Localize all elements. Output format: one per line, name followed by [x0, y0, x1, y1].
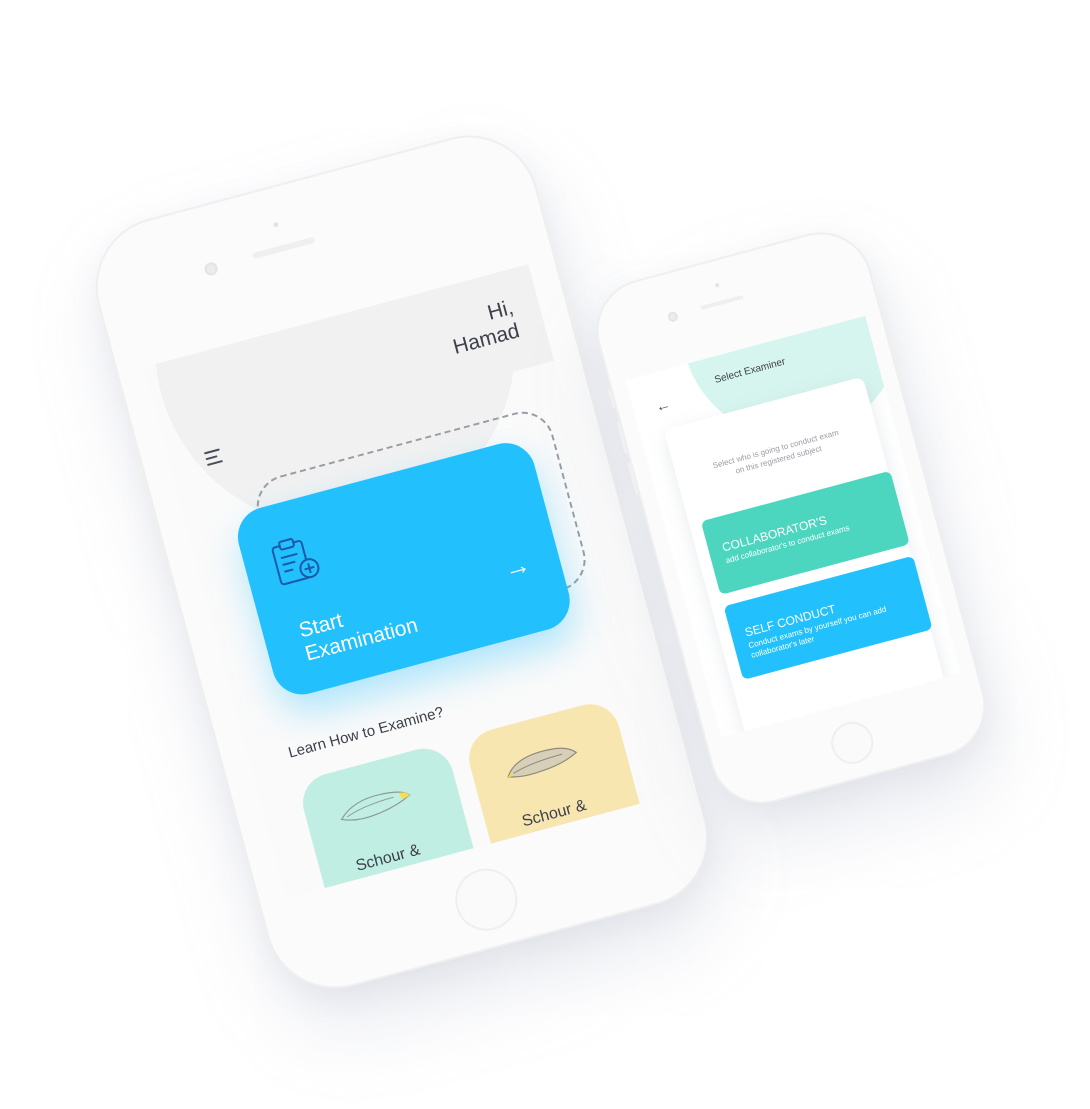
phone-volume-down	[627, 461, 639, 496]
earpiece-speaker	[700, 294, 744, 311]
learn-card-label-line1: Schour &	[354, 841, 423, 875]
start-examination-label: Start Examination	[296, 590, 420, 666]
learn-card-label: Schour & Ubelaker	[520, 796, 594, 852]
front-camera	[203, 260, 220, 277]
phone-mute-switch	[115, 384, 128, 415]
home-screen: Hi, Hamad Start Examination → Learn How …	[143, 264, 671, 899]
examiner-description: Select who is going to conduct exam on t…	[711, 427, 840, 476]
learn-card-schour-ubelaker[interactable]: Schour & Ubelaker	[462, 697, 651, 883]
learn-card-schour-massler[interactable]: Schour & Massler	[296, 741, 484, 899]
home-button	[448, 861, 525, 938]
front-camera	[666, 310, 680, 323]
mockup-stage: Hi, Hamad Start Examination → Learn How …	[0, 0, 1090, 1109]
phone-power-button	[568, 304, 588, 364]
phone-power-button	[888, 337, 903, 378]
phone-sensor	[714, 282, 720, 288]
phone-volume-down	[148, 505, 166, 560]
select-examiner-screen: ← Select Examiner Select who is going to…	[625, 315, 961, 738]
phone-mute-switch	[607, 388, 616, 409]
examiner-sheet: Select who is going to conduct exam on t…	[663, 376, 946, 738]
home-button	[826, 717, 878, 769]
learn-card-label: Schour & Massler	[354, 840, 428, 896]
phone-home: Hi, Hamad Start Examination → Learn How …	[79, 119, 725, 1005]
learn-card-label-line1: Schour &	[520, 796, 589, 831]
phone-volume-up	[130, 442, 149, 496]
learn-card-4[interactable]	[509, 871, 671, 899]
phone-volume-up	[616, 421, 628, 455]
phone-sensor	[272, 221, 279, 228]
earpiece-speaker	[251, 236, 316, 260]
clipboard-plus-icon	[271, 538, 320, 586]
tooth-illustration-icon	[507, 747, 578, 778]
back-arrow-icon[interactable]: ←	[654, 396, 673, 416]
arrow-right-icon[interactable]: →	[501, 549, 534, 586]
tooth-illustration-icon	[340, 791, 411, 821]
